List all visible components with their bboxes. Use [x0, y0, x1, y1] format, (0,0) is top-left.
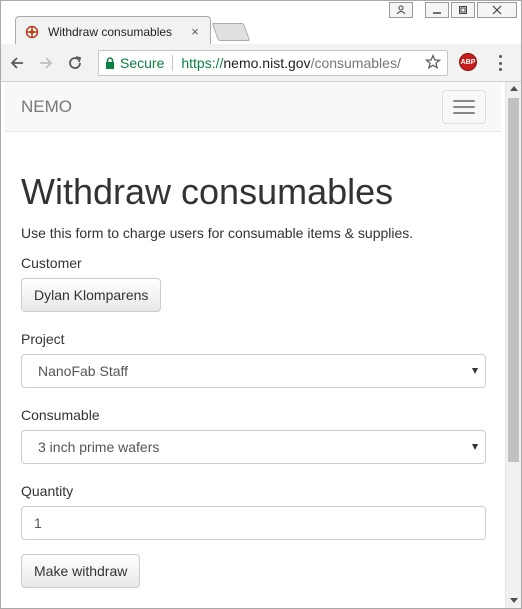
new-tab-button[interactable]	[211, 23, 251, 41]
close-window-icon[interactable]	[477, 2, 517, 18]
nemo-favicon-icon	[24, 24, 40, 40]
consumable-selected-value: 3 inch prime wafers	[38, 439, 160, 455]
page-viewport: NEMO Withdraw consumables Use this form …	[0, 82, 522, 609]
consumable-label: Consumable	[21, 407, 100, 423]
quantity-label: Quantity	[21, 483, 74, 499]
back-arrow-icon[interactable]	[4, 50, 30, 76]
url-host: nemo.nist.gov	[223, 55, 311, 71]
user-profile-icon[interactable]	[389, 2, 413, 18]
adblock-plus-icon[interactable]: ABP	[459, 53, 477, 71]
scroll-down-arrow-icon[interactable]	[510, 598, 518, 603]
browser-titlebar: Withdraw consumables ×	[0, 0, 522, 46]
dropdown-arrow-icon	[472, 368, 478, 374]
scroll-up-arrow-icon[interactable]	[510, 86, 518, 91]
site-navbar: NEMO	[5, 82, 501, 132]
dropdown-arrow-icon	[472, 444, 478, 450]
reload-icon[interactable]	[62, 50, 88, 76]
window-controls	[389, 2, 517, 18]
omnibox-separator	[172, 55, 174, 71]
url-scheme: https://	[181, 55, 224, 71]
browser-toolbar: Secure https://nemo.nist.gov/consumables…	[0, 44, 522, 82]
browser-menu-icon[interactable]	[493, 55, 507, 71]
minimize-icon[interactable]	[425, 2, 449, 18]
lock-icon	[105, 57, 115, 69]
url-path: /consumables/	[310, 55, 401, 71]
address-bar[interactable]: Secure https://nemo.nist.gov/consumables…	[98, 50, 448, 76]
bookmark-star-icon[interactable]	[424, 53, 442, 73]
consumable-select[interactable]: 3 inch prime wafers	[21, 430, 486, 464]
page-title: Withdraw consumables	[21, 171, 394, 212]
project-selected-value: NanoFab Staff	[38, 363, 129, 379]
tab-title: Withdraw consumables	[48, 24, 173, 39]
maximize-icon[interactable]	[451, 2, 475, 18]
hamburger-menu-icon[interactable]	[442, 90, 486, 124]
customer-button[interactable]: Dylan Klomparens	[21, 278, 162, 312]
project-label: Project	[21, 331, 65, 347]
scrollbar-thumb[interactable]	[508, 98, 519, 462]
forward-arrow-icon[interactable]	[33, 50, 59, 76]
quantity-input[interactable]: 1	[21, 506, 486, 540]
page-intro: Use this form to charge users for consum…	[21, 225, 414, 241]
navbar-brand[interactable]: NEMO	[21, 97, 72, 117]
secure-label: Secure	[120, 55, 165, 71]
project-select[interactable]: NanoFab Staff	[21, 354, 486, 388]
page-scrollbar[interactable]	[505, 82, 521, 608]
tab-close-icon[interactable]: ×	[188, 24, 202, 39]
customer-label: Customer	[21, 255, 82, 271]
browser-tab[interactable]: Withdraw consumables ×	[15, 16, 211, 46]
make-withdraw-button[interactable]: Make withdraw	[21, 554, 141, 588]
withdraw-form: Withdraw consumables Use this form to ch…	[21, 172, 486, 588]
